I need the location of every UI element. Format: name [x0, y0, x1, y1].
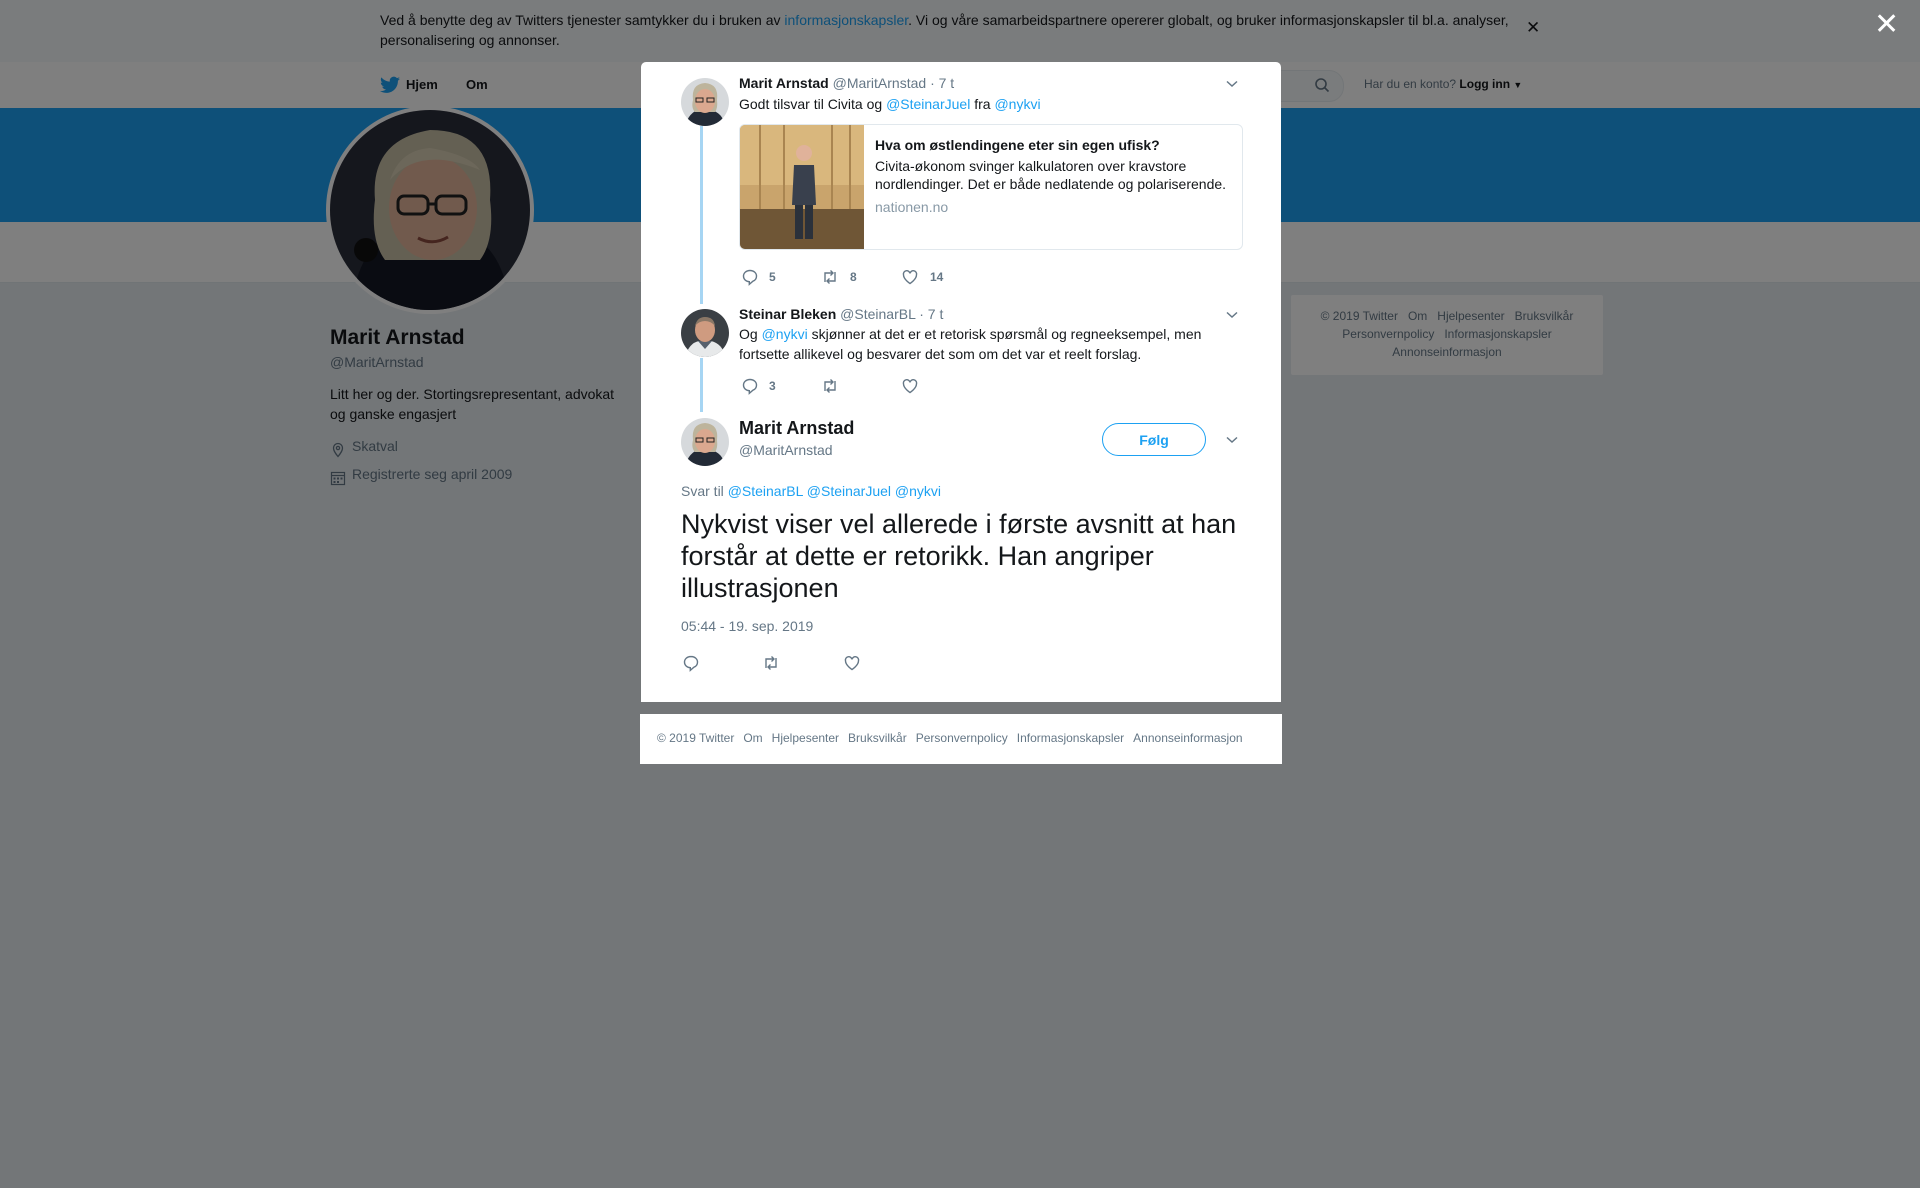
card-description: Civita-økonom svinger kalkulatoren over … [875, 158, 1227, 192]
chevron-down-icon[interactable] [1226, 80, 1238, 88]
main-tweet-text: Nykvist viser vel allerede i første avsn… [681, 509, 1237, 603]
chevron-down-icon[interactable] [1226, 311, 1238, 319]
main-tweet-author-name[interactable]: Marit Arnstad [739, 418, 854, 439]
mention-link[interactable]: @SteinarBL [728, 483, 803, 499]
reply-count: 3 [769, 379, 776, 393]
tweet-author-handle[interactable]: @MaritArnstad [833, 75, 927, 91]
avatar-image [681, 418, 729, 466]
main-tweet-author-handle[interactable]: @MaritArnstad [739, 442, 833, 458]
reply-icon[interactable] [741, 268, 759, 286]
card-thumbnail [740, 125, 864, 249]
modal-footer: © 2019 Twitter Om Hjelpesenter Bruksvilkår P… [640, 714, 1282, 764]
retweet-icon[interactable] [762, 654, 780, 672]
avatar[interactable] [681, 309, 729, 357]
tweet-text-part: skjønner at det er et retorisk spørsmål … [739, 326, 1202, 362]
like-count: 14 [930, 270, 944, 284]
mention-link[interactable]: @nykvi [762, 326, 808, 342]
card-title: Hva om østlendingene eter sin egen ufisk… [875, 137, 1160, 153]
thread-connector [700, 358, 703, 412]
tweet-text-part: Godt tilsvar til Civita og [739, 96, 887, 112]
mention-link[interactable]: @nykvi [895, 483, 941, 499]
tweet-time[interactable]: · 7 t [919, 306, 943, 322]
mention-link[interactable]: @SteinarJuel [807, 483, 891, 499]
footer-terms-link[interactable]: Bruksvilkår [848, 731, 907, 745]
tweet-text-part: Og [739, 326, 762, 342]
tweet-time[interactable]: · 7 t [930, 75, 954, 91]
retweet-icon[interactable] [821, 377, 839, 395]
footer-cookies-link[interactable]: Informasjonskapsler [1017, 731, 1124, 745]
avatar[interactable] [681, 418, 729, 466]
avatar-image [681, 309, 729, 357]
heart-icon[interactable] [901, 268, 919, 286]
reply-count: 5 [769, 270, 776, 284]
link-preview-card[interactable]: Hva om østlendingene eter sin egen ufisk… [739, 124, 1243, 250]
chevron-down-icon[interactable] [1226, 436, 1238, 444]
tweet-header: Marit Arnstad @MaritArnstad · 7 t [739, 75, 954, 91]
footer-privacy-link[interactable]: Personvernpolicy [916, 731, 1008, 745]
footer-copyright: © 2019 Twitter [657, 731, 735, 745]
mention-link[interactable]: @nykvi [994, 96, 1040, 112]
avatar-image [681, 78, 729, 126]
main-tweet-timestamp[interactable]: 05:44 - 19. sep. 2019 [681, 618, 813, 634]
tweet-author-handle[interactable]: @SteinarBL [840, 306, 915, 322]
tweet-author-name[interactable]: Steinar Bleken [739, 306, 836, 322]
card-domain: nationen.no [875, 199, 949, 215]
heart-icon[interactable] [843, 654, 861, 672]
retweet-icon[interactable] [821, 268, 839, 286]
tweet-header: Steinar Bleken @SteinarBL · 7 t [739, 306, 943, 322]
tweet-text: Og @nykvi skjønner at det er et retorisk… [739, 324, 1209, 364]
mention-link[interactable]: @SteinarJuel [886, 96, 970, 112]
follow-button[interactable]: Følg [1102, 423, 1206, 456]
thread-connector [700, 126, 703, 304]
close-icon[interactable]: ✕ [1874, 8, 1899, 42]
retweet-count: 8 [850, 270, 857, 284]
tweet-text-part: fra [970, 96, 995, 112]
footer-about-link[interactable]: Om [743, 731, 762, 745]
reply-prefix: Svar til [681, 483, 728, 499]
replying-to: Svar til @SteinarBL @SteinarJuel @nykvi [681, 483, 941, 499]
heart-icon[interactable] [901, 377, 919, 395]
footer-ads-link[interactable]: Annonseinformasjon [1133, 731, 1242, 745]
avatar[interactable] [681, 78, 729, 126]
tweet-text: Godt tilsvar til Civita og @SteinarJuel … [739, 94, 1209, 114]
tweet-author-name[interactable]: Marit Arnstad [739, 75, 829, 91]
reply-icon[interactable] [741, 377, 759, 395]
reply-icon[interactable] [682, 654, 700, 672]
footer-help-link[interactable]: Hjelpesenter [772, 731, 839, 745]
